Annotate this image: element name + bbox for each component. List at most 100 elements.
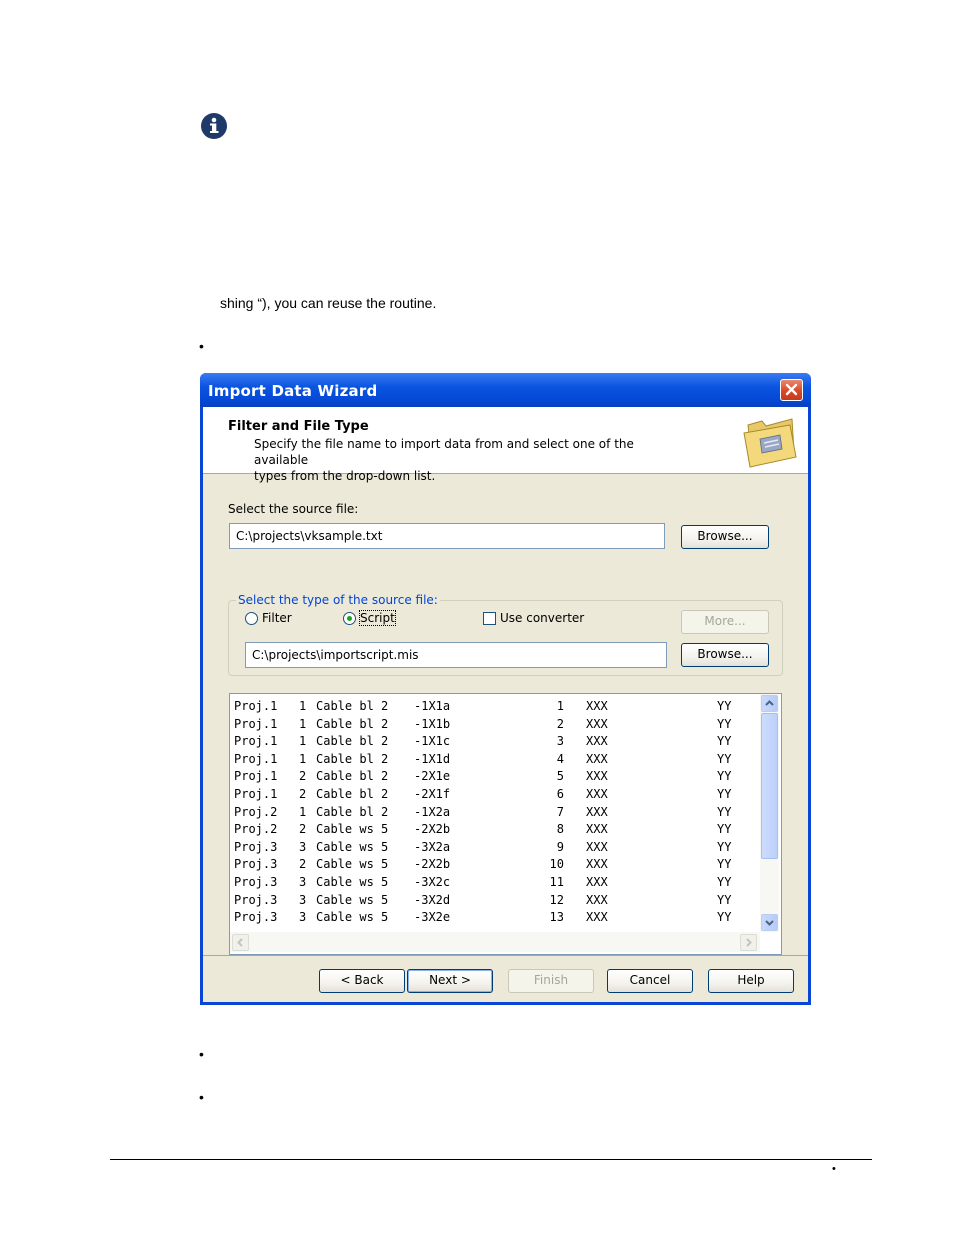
folder-icon (740, 413, 800, 474)
list-item[interactable]: Proj.3 3 Cable ws 5 -3X2e 13 XXX YY (234, 909, 759, 927)
source-type-group-label: Select the type of the source file: (236, 593, 440, 607)
list-item[interactable]: Proj.1 2 Cable bl 2 -2X1e 5 XXX YY (234, 768, 759, 786)
list-cell: Proj.3 (234, 892, 278, 907)
list-cell: YY (717, 822, 732, 837)
finish-button[interactable]: Finish (508, 969, 594, 993)
list-cell: -2X1f (414, 786, 451, 801)
use-converter-checkbox[interactable] (483, 612, 496, 625)
list-cell: XXX (586, 839, 608, 854)
script-radio[interactable] (343, 612, 356, 625)
list-item[interactable]: Proj.1 2 Cable bl 2 -2X1f 6 XXX YY (234, 786, 759, 804)
list-cell: -1X2a (414, 804, 451, 819)
use-converter-label[interactable]: Use converter (500, 611, 584, 625)
list-cell: 4 (556, 751, 564, 766)
help-button[interactable]: Help (708, 969, 794, 993)
scroll-down-button[interactable] (761, 914, 778, 931)
list-cell: -1X1c (414, 734, 451, 749)
browse-source-button[interactable]: Browse... (681, 525, 769, 549)
list-cell: Proj.2 (234, 804, 278, 819)
list-cell: Cable bl 2 (316, 751, 389, 766)
bullet-3: • (199, 1089, 204, 1105)
list-item[interactable]: Proj.1 1 Cable bl 2 -1X1d 4 XXX YY (234, 751, 759, 769)
more-button[interactable]: More... (681, 610, 769, 634)
list-cell: XXX (586, 874, 608, 889)
list-cell: Proj.2 (234, 822, 278, 837)
list-cell: Cable bl 2 (316, 804, 389, 819)
description-line-1: Specify the file name to import data fro… (254, 437, 634, 467)
list-item[interactable]: Proj.3 3 Cable ws 5 -3X2c 11 XXX YY (234, 874, 759, 892)
wizard-header: Filter and File Type Specify the file na… (203, 407, 808, 483)
list-cell: YY (717, 839, 732, 854)
description-line-2: types from the drop-down list. (254, 469, 436, 483)
list-cell: 2 (299, 857, 307, 872)
wizard-step-title: Filter and File Type (228, 419, 369, 434)
list-cell: XXX (586, 892, 608, 907)
list-cell: 2 (299, 822, 307, 837)
list-item[interactable]: Proj.2 1 Cable bl 2 -1X2a 7 XXX YY (234, 804, 759, 822)
list-cell: 8 (556, 822, 564, 837)
list-cell: 1 (299, 734, 307, 749)
list-cell: YY (717, 716, 732, 731)
list-cell: YY (717, 769, 732, 784)
title-bar[interactable]: Import Data Wizard (200, 373, 811, 407)
list-cell: Proj.1 (234, 751, 278, 766)
list-cell: YY (717, 734, 732, 749)
browse-script-button[interactable]: Browse... (681, 643, 769, 667)
list-item[interactable]: Proj.2 2 Cable ws 5 -2X2b 8 XXX YY (234, 821, 759, 839)
vertical-scrollbar[interactable] (760, 694, 779, 932)
list-item[interactable]: Proj.3 3 Cable ws 5 -3X2d 12 XXX YY (234, 892, 759, 910)
list-cell: -2X2b (414, 857, 451, 872)
cancel-button[interactable]: Cancel (607, 969, 693, 993)
list-cell: Proj.1 (234, 769, 278, 784)
script-file-input[interactable]: C:\projects\importscript.mis (245, 642, 667, 668)
back-button[interactable]: < Back (319, 969, 405, 993)
list-cell: Proj.1 (234, 699, 278, 713)
script-radio-label[interactable]: Script (359, 610, 396, 626)
list-item[interactable]: Proj.3 2 Cable ws 5 -2X2b 10 XXX YY (234, 856, 759, 874)
bullet-1: • (199, 338, 204, 354)
list-cell: Proj.3 (234, 910, 278, 925)
list-cell: 3 (299, 874, 307, 889)
filter-radio-label[interactable]: Filter (262, 611, 292, 625)
list-cell: XXX (586, 769, 608, 784)
list-cell: Proj.3 (234, 874, 278, 889)
list-cell: 1 (299, 751, 307, 766)
filter-radio[interactable] (245, 612, 258, 625)
preview-list[interactable]: Proj.1 1 Cable bl 2 -1X1a 1 XXX YY Proj.1 1 Cable… (229, 693, 782, 955)
list-cell: 1 (299, 699, 307, 713)
list-cell: YY (717, 892, 732, 907)
chevron-down-icon (765, 920, 774, 926)
list-cell: Proj.3 (234, 839, 278, 854)
list-item[interactable]: Proj.1 1 Cable bl 2 -1X1c 3 XXX YY (234, 733, 759, 751)
next-button[interactable]: Next > (407, 969, 493, 993)
list-cell: Cable ws 5 (316, 839, 389, 854)
source-file-input[interactable]: C:\projects\vksample.txt (229, 523, 665, 549)
list-cell: -1X1d (414, 751, 451, 766)
list-item[interactable]: Proj.3 3 Cable ws 5 -3X2a 9 XXX YY (234, 839, 759, 857)
vertical-scroll-thumb[interactable] (761, 713, 778, 859)
source-file-label: Select the source file: (228, 502, 359, 516)
list-item[interactable]: Proj.1 1 Cable bl 2 -1X1a 1 XXX YY (234, 698, 759, 716)
list-cell: 5 (556, 769, 564, 784)
list-cell: XXX (586, 716, 608, 731)
close-button[interactable] (780, 379, 803, 401)
chevron-right-icon (746, 938, 752, 947)
horizontal-scrollbar[interactable] (230, 932, 760, 952)
list-cell: 1 (299, 716, 307, 731)
list-cell: 1 (556, 699, 564, 713)
scroll-up-button[interactable] (761, 695, 778, 712)
list-cell: Proj.3 (234, 857, 278, 872)
list-cell: Cable ws 5 (316, 822, 389, 837)
list-cell: 9 (556, 839, 564, 854)
list-cell: Cable ws 5 (316, 910, 389, 925)
list-item[interactable]: Proj.1 1 Cable bl 2 -1X1b 2 XXX YY (234, 716, 759, 734)
scroll-right-button[interactable] (740, 934, 757, 951)
list-cell: Proj.1 (234, 786, 278, 801)
list-cell: 2 (556, 716, 564, 731)
close-icon (785, 383, 798, 396)
scroll-left-button[interactable] (232, 934, 249, 951)
list-cell: XXX (586, 786, 608, 801)
list-cell: 3 (299, 839, 307, 854)
list-cell: XXX (586, 822, 608, 837)
list-cell: YY (717, 910, 732, 925)
